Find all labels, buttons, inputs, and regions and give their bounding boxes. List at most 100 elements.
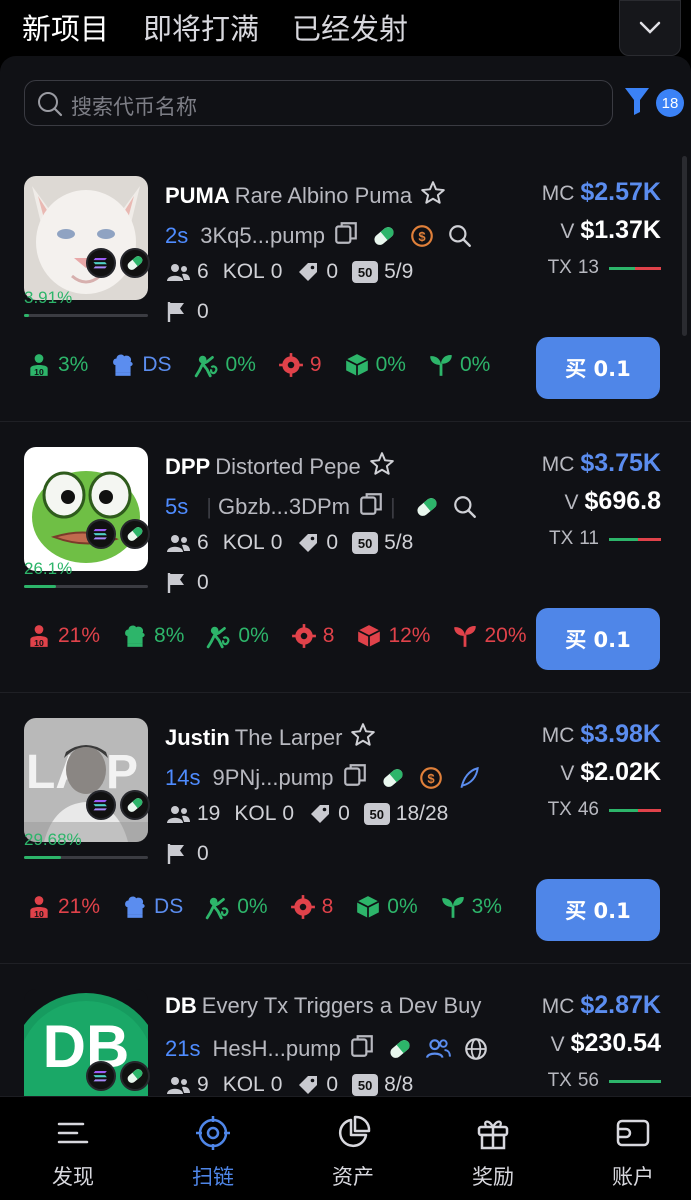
token-metrics-row: 10 21% 8% 0% 8 12% 20% xyxy=(26,623,549,649)
token-feature-pill-icon[interactable] xyxy=(414,494,440,520)
token-ticker: DPP xyxy=(165,453,211,479)
top50-badge: 50 xyxy=(352,261,379,283)
dropdown-button[interactable] xyxy=(619,0,681,56)
box-icon xyxy=(345,354,368,376)
sprout-icon xyxy=(441,897,464,918)
kol-label: KOL xyxy=(222,260,265,283)
kol-count: 0 xyxy=(270,260,283,283)
token-feature-dollar-cycle-icon[interactable]: $ xyxy=(409,223,435,249)
top50-value: 18/28 xyxy=(395,802,449,825)
copy-address-button[interactable] xyxy=(333,220,359,252)
buy-button[interactable]: 买 0.1 xyxy=(536,337,660,399)
box-icon xyxy=(358,625,381,647)
token-avatar[interactable] xyxy=(24,176,148,300)
tag-icon xyxy=(299,1076,318,1094)
holders-stat: 19 xyxy=(165,802,220,826)
svg-text:$: $ xyxy=(427,771,435,786)
favorite-star-button[interactable] xyxy=(350,722,376,753)
metric-bundle: 8 xyxy=(291,623,334,649)
nav-assets[interactable]: 资产 xyxy=(284,1097,422,1200)
tab-new-projects[interactable]: 新项目 xyxy=(22,6,109,48)
token-metrics-row: 10 21% DS 0% 8 0% 3% xyxy=(26,894,524,920)
metric-value: 20% xyxy=(484,624,527,647)
token-market-stats: MC $3.98K V $2.02K TX 46 xyxy=(481,716,661,828)
token-feature-pill-icon[interactable] xyxy=(371,223,397,249)
token-feature-search-icon[interactable] xyxy=(447,223,473,249)
tab-launched[interactable]: 已经发射 xyxy=(292,6,408,48)
token-feature-search-icon[interactable] xyxy=(452,494,478,520)
dollar-cycle-icon: $ xyxy=(411,225,433,247)
holders-icon xyxy=(167,1077,190,1094)
buy-button[interactable]: 买 0.1 xyxy=(536,608,660,670)
kol-count: 0 xyxy=(282,802,295,825)
progress-fill xyxy=(24,856,61,859)
bundle-icon xyxy=(278,353,303,377)
metric-value: 0% xyxy=(375,353,406,376)
tag-stat: 0 xyxy=(296,260,338,284)
token-feature-pill-icon[interactable] xyxy=(380,765,406,791)
pill-icon xyxy=(127,527,143,541)
token-name: Rare Albino Puma xyxy=(234,182,413,208)
token-stats-row: 19 KOL 0 0 50 18/28 xyxy=(165,802,462,826)
token-feature-feather-icon[interactable] xyxy=(456,765,482,791)
nav-discover[interactable]: 发现 xyxy=(4,1097,142,1200)
token-address[interactable]: Gbzb...3DPm xyxy=(218,494,350,520)
solana-badge xyxy=(86,519,116,549)
tx-count: TX 46 xyxy=(481,792,661,828)
token-feature-users-icon[interactable] xyxy=(425,1036,451,1062)
nav-account[interactable]: 账户 xyxy=(564,1097,691,1200)
feather-icon xyxy=(460,766,479,788)
top10-icon: 10 xyxy=(30,354,48,377)
token-card[interactable]: 26.1% DPP Distorted Pepe 5s | Gbzb...3DP… xyxy=(0,423,691,693)
token-card[interactable]: LA P 29.68% Justin The Larper 14s 9PNj...… xyxy=(0,694,691,964)
search-input[interactable]: 搜索代币名称 xyxy=(24,80,613,126)
nav-rewards[interactable]: 奖励 xyxy=(424,1097,562,1200)
bonding-progress-text: 26.1% xyxy=(24,559,73,578)
holders-count: 9 xyxy=(197,1073,209,1096)
tx-label: TX xyxy=(548,528,574,549)
pill-icon xyxy=(127,256,143,270)
token-age: 14s xyxy=(165,765,201,790)
token-card[interactable]: 3.91% PUMA Rare Albino Puma 2s 3Kq5...pu… xyxy=(0,152,691,422)
nav-scan[interactable]: 扫链 xyxy=(144,1097,282,1200)
separator: | xyxy=(390,494,396,519)
market-cap: MC $3.75K xyxy=(481,445,661,481)
solana-badge xyxy=(86,790,116,820)
tab-almost-full[interactable]: 即将打满 xyxy=(143,6,259,48)
token-title: DPP Distorted Pepe xyxy=(165,451,395,482)
copy-icon xyxy=(360,493,382,515)
token-avatar[interactable]: LA P xyxy=(24,718,148,842)
buy-sell-ratio-bar xyxy=(609,808,661,812)
tag-count: 0 xyxy=(326,1073,339,1096)
metric-bundle: 9 xyxy=(278,352,322,378)
token-address[interactable]: 3Kq5...pump xyxy=(200,223,325,249)
tag-count: 0 xyxy=(326,531,339,554)
token-avatar[interactable] xyxy=(24,447,148,571)
tx-value: 46 xyxy=(577,799,599,820)
copy-address-button[interactable] xyxy=(349,1033,375,1065)
solana-icon xyxy=(93,1071,107,1082)
token-feature-pill-icon[interactable] xyxy=(387,1036,413,1062)
metric-box: 0% xyxy=(355,894,418,920)
top50-stat: 50 18/28 xyxy=(363,802,449,826)
buy-button[interactable]: 买 0.1 xyxy=(536,879,660,941)
star-icon xyxy=(369,452,394,475)
token-card[interactable]: DB DB Every Tx Triggers a Dev Buy 21s He… xyxy=(0,965,691,1096)
metric-top10: 10 21% xyxy=(26,623,100,649)
buy-sell-ratio-bar xyxy=(609,537,661,541)
metric-value: 21% xyxy=(58,624,101,647)
copy-address-button[interactable] xyxy=(342,762,368,794)
avatar-badges xyxy=(86,519,154,549)
favorite-star-button[interactable] xyxy=(420,180,446,211)
token-address[interactable]: HesH...pump xyxy=(212,1036,340,1062)
filter-icon[interactable] xyxy=(624,86,650,116)
copy-address-button[interactable] xyxy=(358,491,384,523)
token-address-row: 5s | Gbzb...3DPm | xyxy=(165,491,478,523)
holders-stat: 6 xyxy=(165,531,209,555)
tx-value: 56 xyxy=(577,1070,599,1091)
dev-icon xyxy=(125,896,145,918)
token-feature-dollar-cycle-icon[interactable]: $ xyxy=(418,765,444,791)
favorite-star-button[interactable] xyxy=(369,451,395,482)
token-address[interactable]: 9PNj...pump xyxy=(212,765,333,791)
tag-icon xyxy=(299,534,318,552)
